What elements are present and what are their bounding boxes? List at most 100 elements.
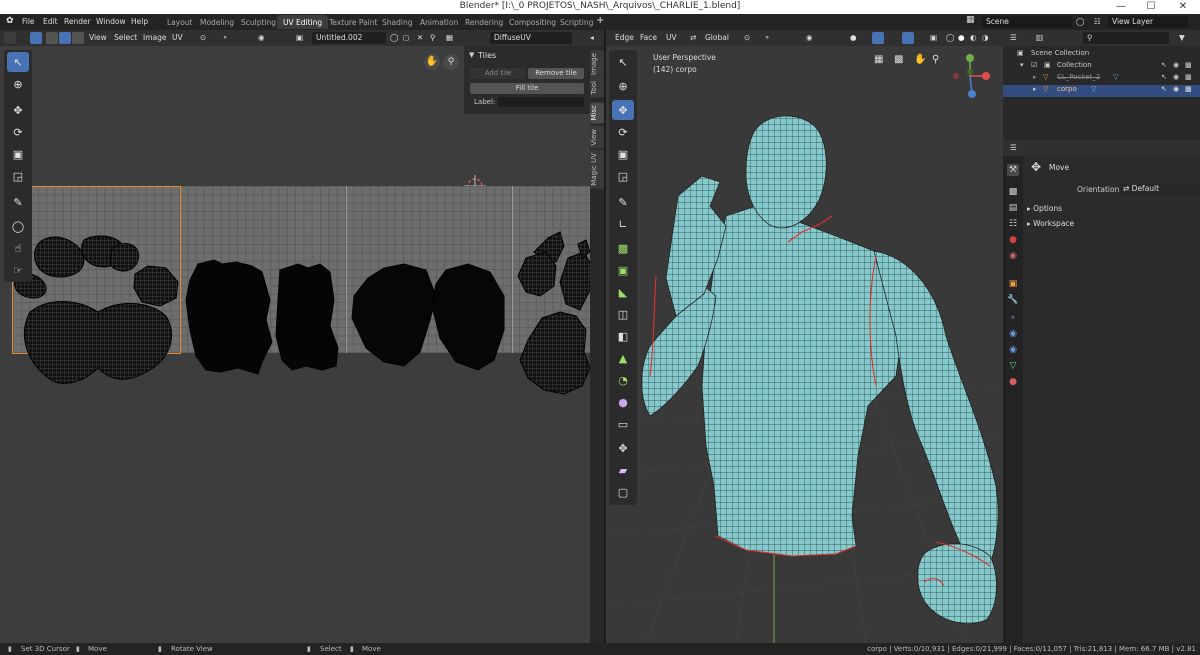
vp-loopcut-tool-icon[interactable]: ◫	[612, 304, 634, 324]
orientation-menu[interactable]: Global	[705, 33, 729, 42]
render-camera-icon[interactable]: ▩	[1185, 61, 1192, 69]
particles-tab-icon[interactable]: ∘	[1007, 312, 1019, 324]
vp-scale-tool-icon[interactable]: ▣	[612, 144, 634, 164]
gizmo-toggle-icon[interactable]	[872, 32, 884, 44]
vp-extrude-tool-icon[interactable]: ▩	[612, 238, 634, 258]
outliner-row-corpo[interactable]: ▸ ▽ corpo ▽ ↖ ◉ ▩	[1003, 85, 1200, 97]
snap-toggle-icon[interactable]: ⚬	[764, 33, 770, 42]
cursor-tool-icon[interactable]: ⊕	[7, 74, 29, 94]
checkbox-icon[interactable]: ☑	[1031, 61, 1037, 69]
constraints-tab-icon[interactable]: ◉	[1007, 344, 1019, 356]
vp-knife-tool-icon[interactable]: ◧	[612, 326, 634, 346]
fill-tile-button[interactable]: Fill tile	[470, 83, 584, 94]
select-tool-icon[interactable]: ↖	[7, 52, 29, 72]
vp-spin-tool-icon[interactable]: ◔	[612, 370, 634, 390]
navigation-gizmo[interactable]	[950, 52, 998, 104]
outliner-search-input[interactable]: ⚲	[1083, 32, 1169, 44]
maximize-button[interactable]: ☐	[1140, 0, 1162, 14]
world-tab-icon[interactable]: ◉	[1007, 250, 1019, 262]
vp-measure-tool-icon[interactable]: ∟	[612, 214, 634, 234]
outliner-row-cl-pocket[interactable]: ▸ ▽ CL_Pocket_2 ▽ ↖ ◉ ▩	[1003, 73, 1200, 85]
add-tile-button[interactable]: Add tile	[470, 68, 526, 79]
output-tab-icon[interactable]: ▤	[1007, 202, 1019, 214]
vp-rip-tool-icon[interactable]: ▢	[612, 482, 634, 502]
outliner-row-scene-collection[interactable]: ▣ Scene Collection	[1003, 49, 1200, 61]
data-tab-icon[interactable]: ▽	[1007, 360, 1019, 372]
shading-solid-icon[interactable]: ●	[958, 33, 965, 42]
ortho-toggle-icon[interactable]: ▦	[874, 54, 888, 68]
camera-view-icon[interactable]: ▩	[894, 54, 908, 68]
properties-type-icon[interactable]: ☰	[1010, 143, 1017, 152]
rotate-tool-icon[interactable]: ⟳	[7, 122, 29, 142]
render-camera-icon[interactable]: ▩	[1185, 85, 1192, 93]
pivot-point-icon[interactable]: ⊙	[744, 33, 750, 42]
vp-cursor-tool-icon[interactable]: ⊕	[612, 76, 634, 96]
render-tab-icon[interactable]: ▩	[1007, 186, 1019, 198]
edit-mode-menu-face[interactable]: Face	[640, 33, 657, 42]
material-tab-icon[interactable]: ●	[1007, 376, 1019, 388]
scale-tool-icon[interactable]: ▣	[7, 144, 29, 164]
transform-tool-icon[interactable]: ◲	[7, 166, 29, 186]
viewport-pan-icon[interactable]: ✋	[914, 54, 928, 68]
viewport-zoom-icon[interactable]: ⚲	[932, 54, 946, 68]
vp-inset-tool-icon[interactable]: ▣	[612, 260, 634, 280]
relax-tool-icon[interactable]: ☝	[7, 238, 29, 258]
vp-rotate-tool-icon[interactable]: ⟳	[612, 122, 634, 142]
vp-move-tool-icon[interactable]: ✥	[612, 100, 634, 120]
orientation-icon[interactable]: ⇄	[690, 33, 696, 42]
visibility-eye-icon[interactable]: ◉	[1173, 85, 1179, 93]
pinch-tool-icon[interactable]: ☞	[7, 260, 29, 280]
annotate-tool-icon[interactable]: ✎	[7, 192, 29, 212]
tab-magic-uv[interactable]: Magic UV	[590, 150, 604, 189]
shading-rendered-icon[interactable]: ◑	[982, 33, 989, 42]
vp-bevel-tool-icon[interactable]: ◣	[612, 282, 634, 302]
restrict-select-icon[interactable]: ↖	[1161, 85, 1167, 93]
outliner-filter-icon[interactable]: ▼	[1179, 33, 1185, 42]
vp-smooth-tool-icon[interactable]: ●	[612, 392, 634, 412]
view-layer-tab-icon[interactable]: ☷	[1007, 218, 1019, 230]
vp-select-tool-icon[interactable]: ↖	[612, 52, 634, 72]
tab-misc[interactable]: Misc	[590, 102, 604, 124]
outliner-row-collection[interactable]: ▾ ☑ ▣ Collection ↖ ◉ ▩	[1003, 61, 1200, 73]
scene-type-icon[interactable]: ▦	[966, 15, 975, 25]
shading-wireframe-icon[interactable]: ◯	[946, 33, 954, 42]
outliner-type-icon[interactable]: ☰	[1010, 33, 1017, 42]
filter-mode-icon[interactable]: ▥	[1036, 33, 1043, 42]
vp-polybuild-tool-icon[interactable]: ▲	[612, 348, 634, 368]
tab-view[interactable]: View	[590, 126, 604, 149]
restrict-select-icon[interactable]: ↖	[1161, 73, 1167, 81]
tab-tool[interactable]: Tool	[590, 78, 604, 98]
proportional-edit-icon[interactable]: ◉	[806, 33, 813, 42]
view-layer-icon[interactable]: ☷	[1094, 17, 1101, 26]
visibility-eye-icon[interactable]: ◉	[1173, 73, 1179, 81]
scene-tab-icon[interactable]: ●	[1007, 234, 1019, 246]
physics-tab-icon[interactable]: ◉	[1007, 328, 1019, 340]
remove-tile-button[interactable]: Remove tile	[528, 68, 584, 79]
view-layer-selector[interactable]: View Layer	[1108, 16, 1188, 28]
collapse-arrow-icon[interactable]: ▼	[469, 51, 474, 59]
vp-edge-slide-tool-icon[interactable]: ▭	[612, 414, 634, 434]
xray-toggle-icon[interactable]: ▣	[930, 33, 937, 42]
tab-image[interactable]: Image	[590, 50, 604, 78]
vp-shrink-tool-icon[interactable]: ✥	[612, 438, 634, 458]
options-section[interactable]: ▸ Options	[1027, 204, 1062, 213]
view-object-types-icon[interactable]: ●	[850, 33, 857, 42]
edit-mode-menu-edge[interactable]: Edge	[615, 33, 634, 42]
grab-tool-icon[interactable]: ◯	[7, 216, 29, 236]
edit-mode-menu-uv[interactable]: UV	[666, 33, 677, 42]
copy-scene-icon[interactable]: ◯	[1076, 17, 1084, 26]
object-tab-icon[interactable]: ▣	[1007, 278, 1019, 290]
3d-viewport[interactable]: User Perspective (142) corpo ▦ ▩ ✋ ⚲	[606, 46, 1003, 643]
move-tool-icon[interactable]: ✥	[7, 100, 29, 120]
orientation-dropdown[interactable]: ⇄ Default	[1119, 183, 1200, 195]
render-camera-icon[interactable]: ▩	[1185, 73, 1192, 81]
tile-label-input[interactable]	[498, 97, 584, 107]
workspace-section[interactable]: ▸ Workspace	[1027, 219, 1074, 228]
tool-tab-icon[interactable]: ⚒	[1007, 164, 1019, 176]
vp-annotate-tool-icon[interactable]: ✎	[612, 192, 634, 212]
close-button[interactable]: ✕	[1172, 0, 1194, 14]
modifier-tab-icon[interactable]: 🔧	[1007, 294, 1019, 306]
scene-selector[interactable]: Scene	[982, 16, 1072, 28]
shading-material-icon[interactable]: ◐	[970, 33, 977, 42]
visibility-eye-icon[interactable]: ◉	[1173, 61, 1179, 69]
